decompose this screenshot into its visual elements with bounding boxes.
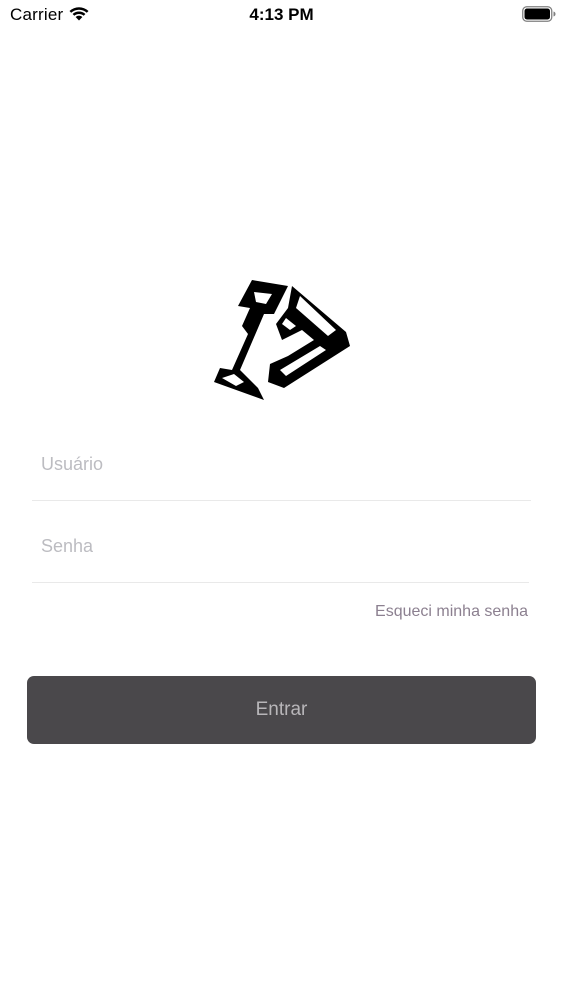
password-input[interactable]: [41, 512, 521, 580]
clock: 4:13 PM: [249, 5, 314, 24]
status-bar: Carrier 4:13 PM: [0, 0, 563, 30]
username-input[interactable]: [41, 430, 521, 498]
battery-full-icon: [522, 6, 556, 22]
app-logo-icon: [214, 280, 350, 400]
password-field: [32, 512, 529, 583]
login-button[interactable]: Entrar: [27, 676, 536, 744]
forgot-password-link[interactable]: Esqueci minha senha: [375, 603, 528, 621]
username-field: [32, 430, 531, 501]
